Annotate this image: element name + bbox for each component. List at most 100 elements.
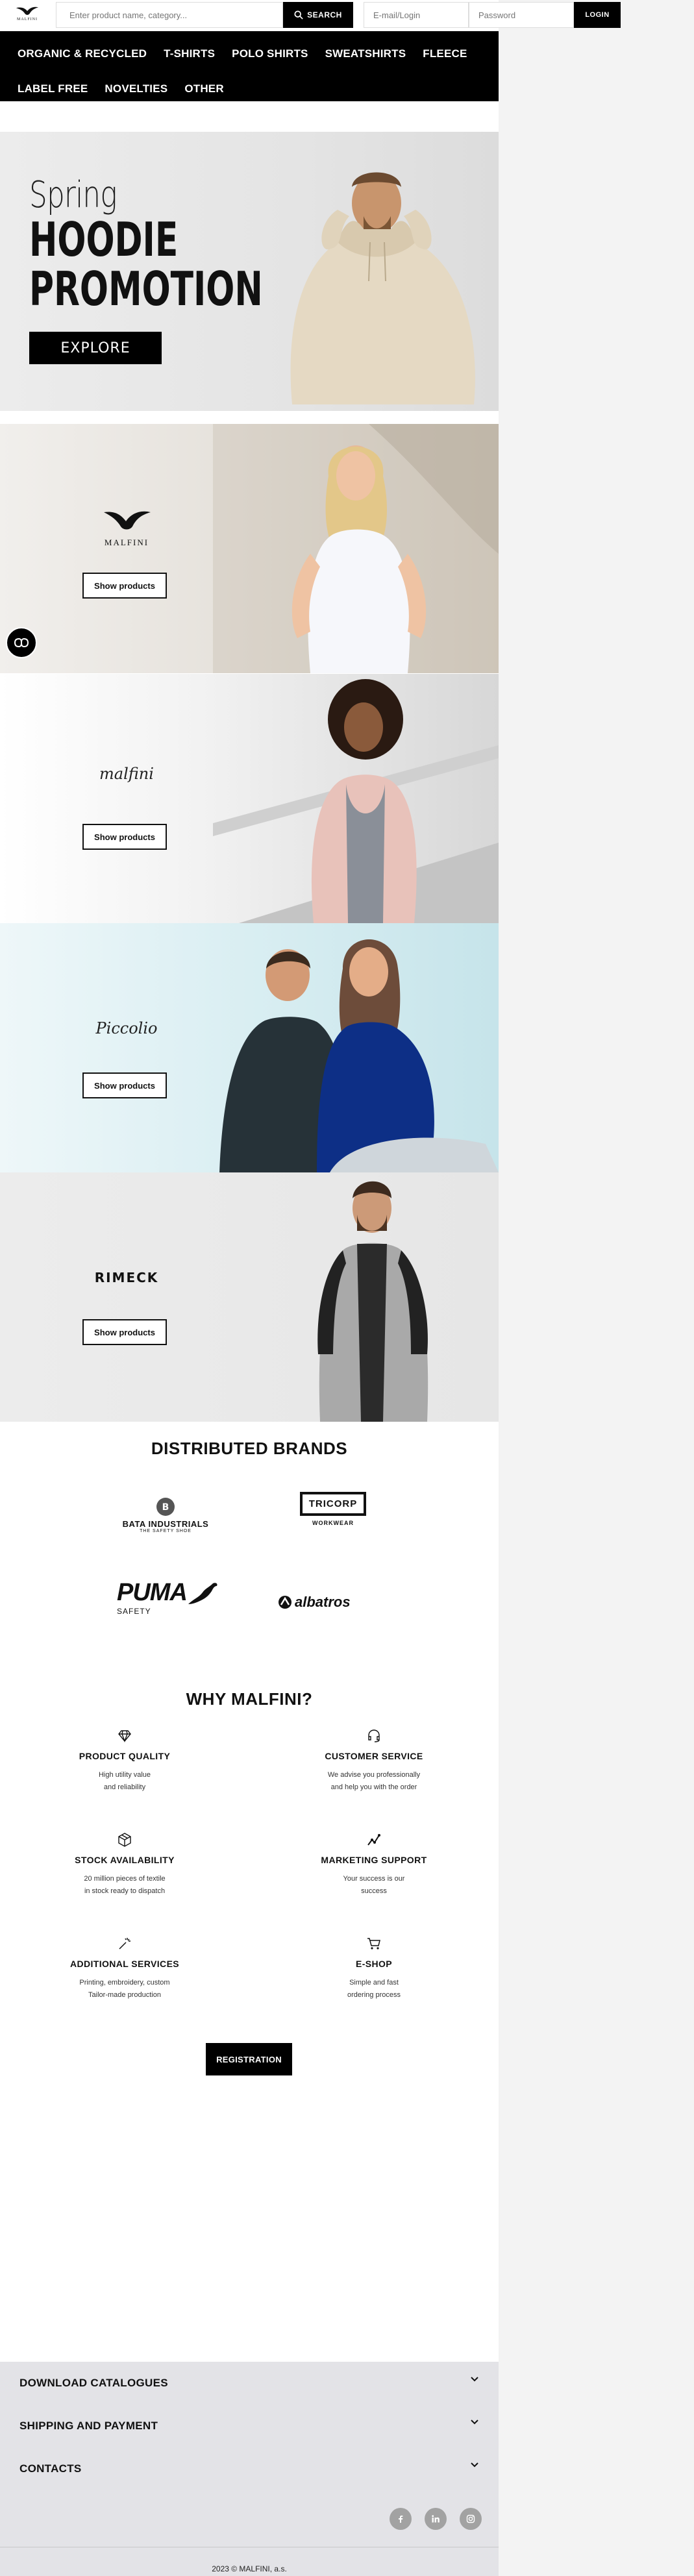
- feature-name: STOCK AVAILABILITY: [75, 1855, 175, 1865]
- feature-description: High utility value and reliability: [21, 1769, 229, 1794]
- feature-description: 20 million pieces of textile in stock rea…: [21, 1873, 229, 1898]
- brand-name: albatros: [295, 1594, 351, 1610]
- feature-marketing-support: MARKETING SUPPORT Your success is our suc…: [270, 1832, 478, 1898]
- bird-logo-icon: [16, 6, 39, 15]
- feature-description: Printing, embroidery, custom Tailor-made …: [21, 1977, 229, 2001]
- brand-panel-malfini[interactable]: MALFINI Show products: [0, 424, 499, 673]
- feature-line: Tailor-made production: [88, 1991, 161, 1999]
- footer-shipping-payment[interactable]: SHIPPING AND PAYMENT: [0, 2405, 499, 2447]
- nav-item-other[interactable]: OTHER: [176, 71, 232, 106]
- social-links: [390, 2508, 482, 2530]
- accordion-label: CONTACTS: [19, 2462, 82, 2475]
- chat-button[interactable]: [6, 627, 37, 658]
- show-products-button[interactable]: Show products: [82, 573, 167, 599]
- puma-cat-icon: [188, 1583, 217, 1604]
- feature-line: and help you with the order: [330, 1783, 417, 1791]
- chart-icon: [367, 1834, 380, 1846]
- chevron-down-icon: [471, 2462, 478, 2468]
- brand-puma[interactable]: PUMA SAFETY: [117, 1579, 217, 1616]
- login-button[interactable]: LOGIN: [574, 2, 621, 28]
- facebook-icon[interactable]: [390, 2508, 412, 2530]
- hero-banner[interactable]: Spring HOODIE PROMOTION EXPLORE: [0, 132, 499, 411]
- feature-line: Simple and fast: [349, 1979, 399, 1987]
- brand-name: RIMECK: [94, 1270, 159, 1285]
- nav-item-label-free[interactable]: LABEL FREE: [9, 71, 96, 106]
- feature-name: CUSTOMER SERVICE: [325, 1751, 423, 1761]
- nav-item-organic[interactable]: ORGANIC & RECYCLED: [9, 36, 155, 71]
- feature-name: PRODUCT QUALITY: [79, 1751, 171, 1761]
- box-icon: [118, 1833, 131, 1847]
- registration-button[interactable]: REGISTRATION: [206, 2043, 292, 2075]
- search-icon: [294, 10, 303, 19]
- feature-additional-services: ADDITIONAL SERVICES Printing, embroidery…: [21, 1936, 229, 2001]
- feature-name: MARKETING SUPPORT: [321, 1855, 427, 1865]
- show-products-button[interactable]: Show products: [82, 1319, 167, 1345]
- hero-headline: HOODIE PROMOTION: [29, 215, 263, 314]
- feature-line: Your success is our: [343, 1875, 405, 1883]
- email-field[interactable]: [364, 2, 469, 28]
- why-malfini-title: WHY MALFINI?: [186, 1689, 313, 1709]
- instagram-icon[interactable]: [460, 2508, 482, 2530]
- show-products-button[interactable]: Show products: [82, 824, 167, 850]
- footer-download-catalogues[interactable]: DOWNLOAD CATALOGUES: [0, 2362, 499, 2405]
- brand-name: BATA INDUSTRIALS: [122, 1519, 209, 1529]
- feature-description: Your success is our success: [270, 1873, 478, 1898]
- hero-line-1: Spring: [29, 174, 118, 216]
- linkedin-icon[interactable]: [425, 2508, 447, 2530]
- nav-item-sweatshirts[interactable]: SWEATSHIRTS: [317, 36, 415, 71]
- logo-text: MALFINI: [17, 18, 38, 21]
- brand-model-image: [213, 679, 499, 923]
- rimeck-brand-logo: RIMECK: [84, 1270, 169, 1285]
- feature-customer-service: CUSTOMER SERVICE We advise you professio…: [270, 1728, 478, 1794]
- chevron-down-icon: [471, 2377, 478, 2382]
- feature-line: in stock ready to dispatch: [84, 1887, 166, 1895]
- brand-name: TRICORP: [299, 1492, 367, 1516]
- brand-panel-malfini-premium[interactable]: malfini Show products: [0, 674, 499, 923]
- search-label: SEARCH: [307, 10, 342, 19]
- malfini-logo[interactable]: MALFINI: [12, 5, 43, 26]
- hero-model-image: [290, 172, 475, 404]
- feature-line: Printing, embroidery, custom: [79, 1979, 170, 1987]
- brand-name: Piccolio: [95, 1019, 158, 1037]
- footer: DOWNLOAD CATALOGUES SHIPPING AND PAYMENT…: [0, 2362, 499, 2576]
- explore-button[interactable]: EXPLORE: [29, 332, 162, 364]
- feature-line: success: [361, 1887, 387, 1895]
- show-products-button[interactable]: Show products: [82, 1072, 167, 1098]
- brand-model-image: [317, 1181, 428, 1422]
- malfini-premium-brand-logo: malfini: [84, 765, 169, 783]
- bata-logo-icon: B: [156, 1498, 175, 1516]
- search-button[interactable]: SEARCH: [283, 2, 353, 28]
- nav-item-polo[interactable]: POLO SHIRTS: [223, 36, 316, 71]
- top-bar: MALFINI SEARCH LOGIN: [0, 0, 694, 31]
- chevron-down-icon: [471, 2420, 478, 2425]
- brand-panel-rimeck[interactable]: RIMECK Show products: [0, 1172, 499, 1422]
- footer-contacts[interactable]: CONTACTS: [0, 2447, 499, 2490]
- brand-bata[interactable]: B BATA INDUSTRIALS THE SAFETY SHOE: [114, 1497, 217, 1533]
- accordion-label: DOWNLOAD CATALOGUES: [19, 2377, 168, 2389]
- brand-name: PUMA: [117, 1579, 188, 1606]
- feature-line: and reliability: [103, 1783, 146, 1791]
- nav-item-tshirts[interactable]: T-SHIRTS: [155, 36, 223, 71]
- feature-description: Simple and fast ordering process: [270, 1977, 478, 2001]
- brand-models-image: [219, 939, 499, 1172]
- chat-icon: [14, 638, 29, 648]
- password-field[interactable]: [469, 2, 574, 28]
- svg-text:B: B: [162, 1502, 169, 1513]
- search-input[interactable]: [56, 2, 283, 28]
- feature-stock-availability: STOCK AVAILABILITY 20 million pieces of …: [21, 1832, 229, 1898]
- feature-description: We advise you professionally and help you…: [270, 1769, 478, 1794]
- nav-item-novelties[interactable]: NOVELTIES: [96, 71, 176, 106]
- copyright: 2023 © MALFINI, a.s.: [212, 2564, 287, 2573]
- magic-wand-icon: [119, 1938, 130, 1950]
- brand-name: malfini: [99, 765, 154, 783]
- brand-albatros[interactable]: albatros: [278, 1594, 388, 1611]
- feature-name: ADDITIONAL SERVICES: [69, 1959, 180, 1969]
- brand-model-image: [213, 424, 499, 673]
- brand-tagline: THE SAFETY SHOE: [140, 1529, 192, 1533]
- brand-panel-piccolio[interactable]: Piccolio Show products: [0, 923, 499, 1172]
- headset-icon: [368, 1729, 380, 1742]
- malfini-brand-logo: MALFINI: [84, 508, 169, 548]
- albatros-logo-icon: [279, 1596, 291, 1609]
- brand-tricorp[interactable]: TRICORP WORKWEAR: [297, 1492, 369, 1526]
- nav-item-fleece[interactable]: FLEECE: [414, 36, 475, 71]
